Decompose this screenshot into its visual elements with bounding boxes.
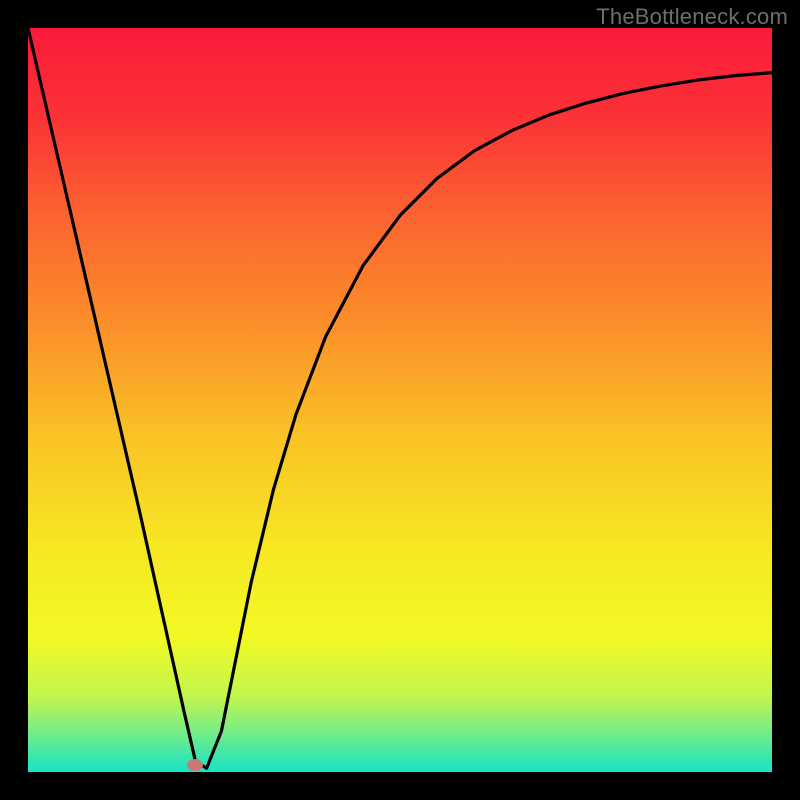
chart-frame — [28, 28, 772, 772]
bottleneck-chart — [28, 28, 772, 772]
optimal-point-marker — [187, 759, 203, 771]
gradient-background — [28, 28, 772, 772]
watermark-text: TheBottleneck.com — [596, 4, 788, 30]
